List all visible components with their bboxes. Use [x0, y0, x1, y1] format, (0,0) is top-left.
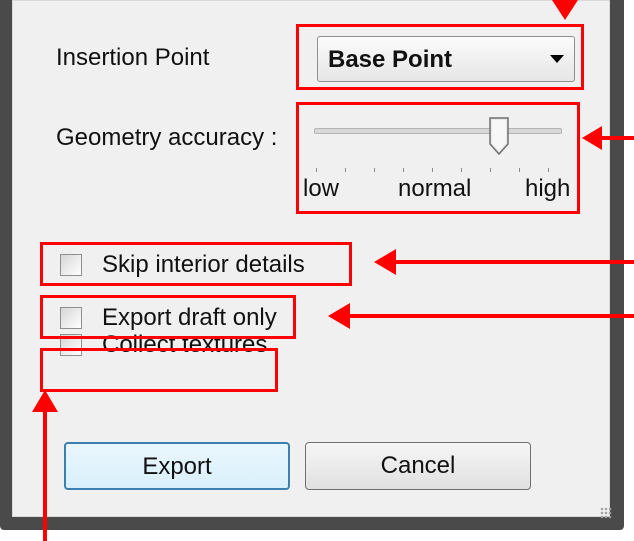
arrow-left-icon [582, 126, 602, 150]
arrow-up-icon [32, 390, 58, 412]
arrow-left-icon [328, 303, 350, 329]
arrow-down-icon [552, 0, 578, 20]
annotation-arrows [32, 0, 634, 541]
arrow-left-icon [374, 249, 396, 275]
